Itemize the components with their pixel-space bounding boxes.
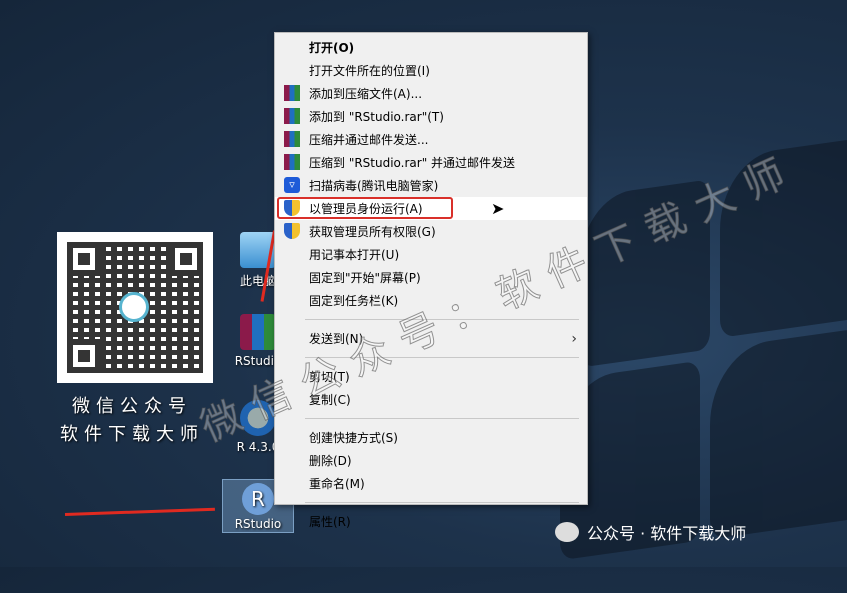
menu-label: 重命名(M)	[309, 477, 365, 491]
menu-item-properties[interactable]: 属性(R)	[275, 510, 587, 533]
menu-label: 用记事本打开(U)	[309, 248, 400, 262]
desktop-icon-label: R 4.3.0	[236, 440, 280, 454]
winrar-icon	[284, 108, 300, 124]
menu-item-compress-email[interactable]: 压缩并通过邮件发送...	[275, 128, 587, 151]
menu-label: 打开(O)	[309, 41, 355, 55]
menu-separator	[305, 502, 579, 503]
qr-caption-1: 微信公众号	[72, 396, 192, 417]
footer-brand: 公众号 · 软件下载大师	[555, 520, 746, 544]
mouse-cursor-icon: ➤	[491, 199, 505, 218]
chevron-right-icon: ›	[571, 330, 577, 347]
footer-text: 公众号 · 软件下载大师	[587, 524, 747, 543]
menu-item-rename[interactable]: 重命名(M)	[275, 472, 587, 495]
rstudio-icon: R	[242, 483, 274, 515]
menu-label: 删除(D)	[309, 454, 352, 468]
menu-item-compress-rar-email[interactable]: 压缩到 "RStudio.rar" 并通过邮件发送	[275, 151, 587, 174]
menu-separator	[305, 418, 579, 419]
annotation-arrow	[64, 507, 215, 516]
menu-label: 获取管理员所有权限(G)	[309, 225, 436, 239]
qr-caption-2: 软件下载大师	[60, 424, 204, 445]
uac-shield-icon	[284, 200, 300, 216]
menu-label: 压缩并通过邮件发送...	[309, 133, 429, 147]
menu-item-create-shortcut[interactable]: 创建快捷方式(S)	[275, 426, 587, 449]
menu-label: 打开文件所在的位置(I)	[309, 64, 430, 78]
qr-code	[57, 232, 213, 383]
menu-item-scan-virus[interactable]: ▿ 扫描病毒(腾讯电脑管家)	[275, 174, 587, 197]
menu-label: 固定到"开始"屏幕(P)	[309, 271, 421, 285]
menu-label: 创建快捷方式(S)	[309, 431, 398, 445]
winrar-icon	[284, 131, 300, 147]
menu-item-add-rar[interactable]: 添加到 "RStudio.rar"(T)	[275, 105, 587, 128]
menu-item-open[interactable]: 打开(O)	[275, 36, 587, 59]
tencent-shield-icon: ▿	[284, 177, 300, 193]
desktop-icon-label: 此电脑	[239, 274, 276, 288]
menu-label: 属性(R)	[309, 515, 351, 529]
wechat-icon	[555, 522, 579, 542]
menu-item-delete[interactable]: 删除(D)	[275, 449, 587, 472]
menu-label: 添加到压缩文件(A)...	[309, 87, 423, 101]
menu-label: 扫描病毒(腾讯电脑管家)	[309, 179, 439, 193]
menu-item-open-location[interactable]: 打开文件所在的位置(I)	[275, 59, 587, 82]
winrar-icon	[284, 154, 300, 170]
winrar-icon	[284, 85, 300, 101]
menu-item-take-ownership[interactable]: 获取管理员所有权限(G)	[275, 220, 587, 243]
menu-item-run-as-admin[interactable]: 以管理员身份运行(A) ➤	[275, 197, 587, 220]
menu-item-add-archive[interactable]: 添加到压缩文件(A)...	[275, 82, 587, 105]
uac-shield-icon	[284, 223, 300, 239]
menu-label: 添加到 "RStudio.rar"(T)	[309, 110, 444, 124]
winrar-icon	[240, 314, 276, 350]
menu-label: 压缩到 "RStudio.rar" 并通过邮件发送	[309, 156, 516, 170]
menu-label: 固定到任务栏(K)	[309, 294, 399, 308]
highlight-box	[277, 197, 453, 219]
